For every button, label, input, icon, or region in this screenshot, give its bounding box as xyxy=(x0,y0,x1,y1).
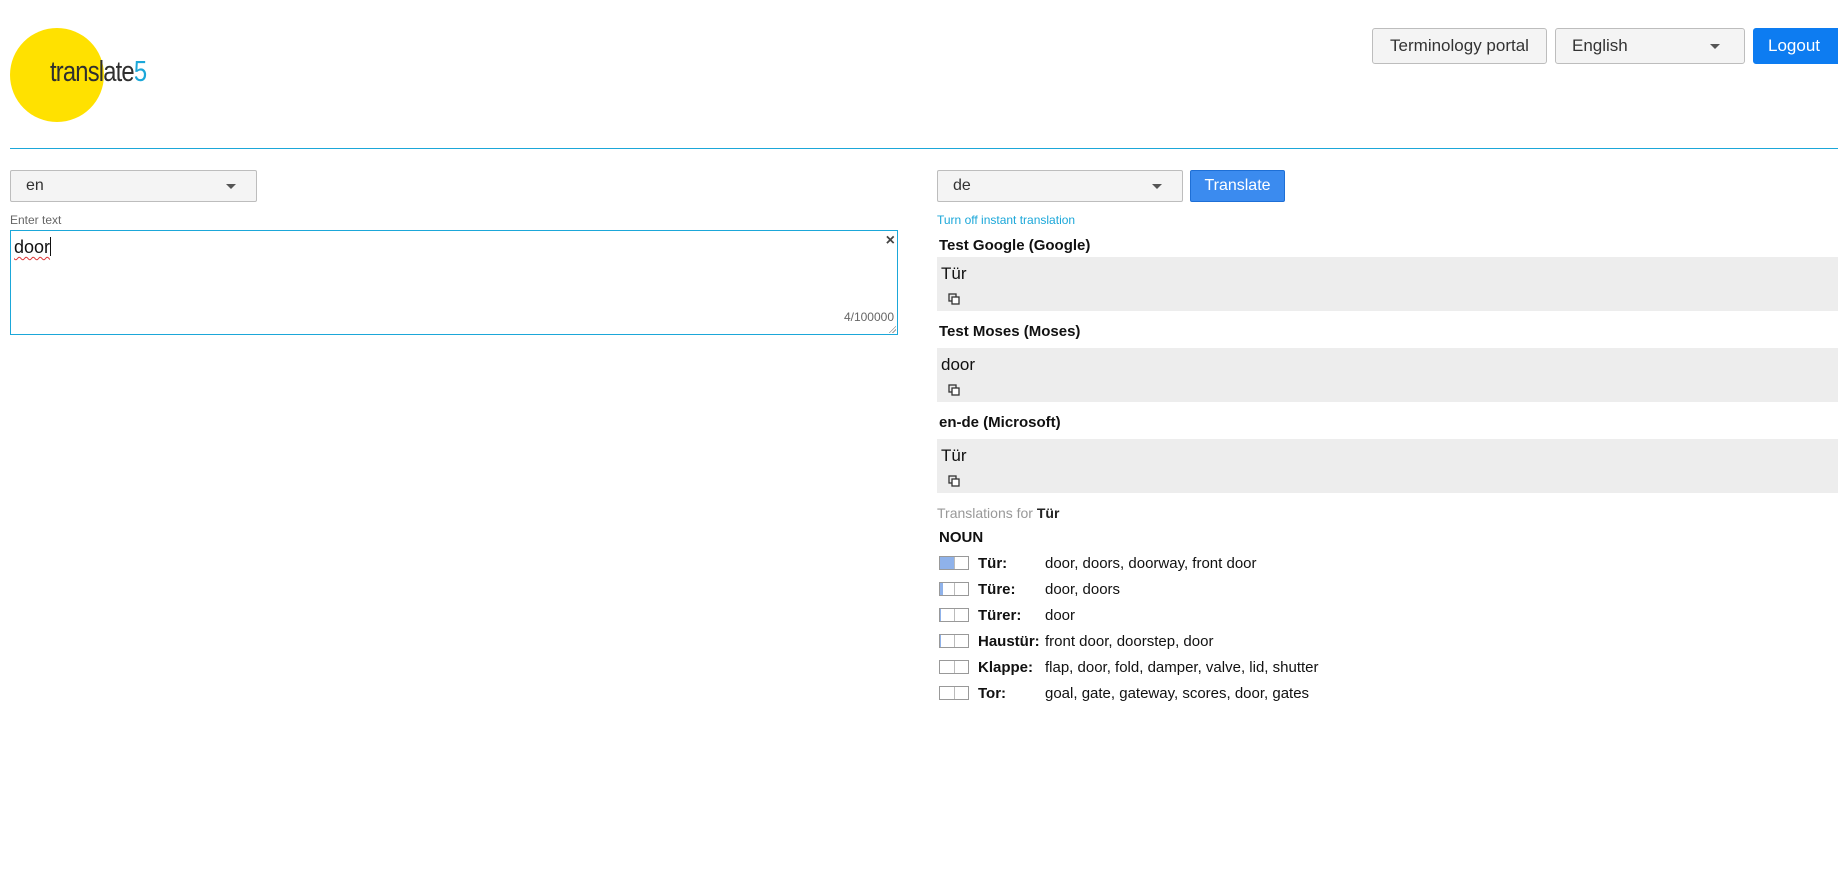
source-language-value: en xyxy=(26,177,44,194)
logout-button[interactable]: Logout xyxy=(1753,28,1838,64)
character-count: 4/100000 xyxy=(843,310,894,324)
dictionary-word[interactable]: Klappe: xyxy=(978,659,1045,676)
text-cursor xyxy=(50,237,52,256)
dictionary-translations: flap, door, fold, damper, valve, lid, sh… xyxy=(1045,658,1319,676)
header-divider xyxy=(10,148,1838,149)
instant-translation-toggle[interactable]: Turn off instant translation xyxy=(937,213,1075,227)
frequency-bar xyxy=(939,686,969,700)
language-select-value: English xyxy=(1572,36,1628,55)
translations-for-prefix: Translations for xyxy=(937,505,1033,521)
translate-button[interactable]: Translate xyxy=(1190,170,1285,202)
source-text-input[interactable]: door × 4/100000 xyxy=(10,230,898,335)
close-icon[interactable]: × xyxy=(886,233,895,249)
dictionary-word[interactable]: Tür: xyxy=(978,555,1045,572)
logo-text: translate5 xyxy=(50,56,147,89)
result-text: Tür xyxy=(941,264,967,283)
dictionary-row: Türe: door, doors xyxy=(939,579,1120,599)
frequency-divider xyxy=(954,583,955,595)
result-text: Tür xyxy=(941,446,967,465)
frequency-divider xyxy=(954,635,955,647)
dictionary-row: Türer: door xyxy=(939,605,1075,625)
frequency-divider xyxy=(954,661,955,673)
translations-for-heading: Translations for Tür xyxy=(937,505,1059,521)
source-language-select[interactable]: en xyxy=(10,170,257,202)
result-box: door xyxy=(937,348,1838,402)
dictionary-translations: door, doors xyxy=(1045,580,1121,598)
frequency-fill xyxy=(940,609,941,621)
result-title: Test Moses (Moses) xyxy=(939,323,1081,340)
dictionary-row: Tor: goal, gate, gateway, scores, door, … xyxy=(939,683,1309,703)
dictionary-row: Haustür: front door, doorstep, door xyxy=(939,631,1213,651)
logo: translate5 xyxy=(10,28,210,124)
result-box: Tür xyxy=(937,257,1838,311)
dictionary-word[interactable]: Haustür: xyxy=(978,633,1045,650)
dictionary-row: Tür: door, doors, doorway, front door xyxy=(939,553,1257,573)
target-language-value: de xyxy=(953,177,971,194)
result-title: Test Google (Google) xyxy=(939,237,1091,254)
dictionary-translations: door xyxy=(1045,606,1076,624)
logo-name: translate xyxy=(50,56,135,88)
logo-digit: 5 xyxy=(133,56,147,88)
result-title: en-de (Microsoft) xyxy=(939,414,1061,431)
part-of-speech-label: NOUN xyxy=(939,529,984,546)
copy-icon[interactable] xyxy=(948,475,960,487)
frequency-bar xyxy=(939,556,969,570)
dictionary-word[interactable]: Türer: xyxy=(978,607,1045,624)
copy-icon[interactable] xyxy=(948,293,960,305)
frequency-divider xyxy=(954,557,955,569)
frequency-divider xyxy=(954,687,955,699)
terminology-portal-button[interactable]: Terminology portal xyxy=(1372,28,1547,64)
language-select[interactable]: English xyxy=(1555,28,1745,64)
target-language-select[interactable]: de xyxy=(937,170,1183,202)
dictionary-word[interactable]: Tor: xyxy=(978,685,1045,702)
frequency-fill xyxy=(940,557,954,569)
frequency-bar xyxy=(939,660,969,674)
translations-for-word: Tür xyxy=(1036,505,1060,521)
frequency-bar xyxy=(939,634,969,648)
frequency-divider xyxy=(954,609,955,621)
chevron-down-icon xyxy=(226,184,236,189)
frequency-fill xyxy=(940,635,941,647)
dictionary-translations: goal, gate, gateway, scores, door, gates xyxy=(1045,684,1310,702)
chevron-down-icon xyxy=(1152,184,1162,189)
result-text: door xyxy=(941,355,976,374)
result-box: Tür xyxy=(937,439,1838,493)
copy-icon[interactable] xyxy=(948,384,960,396)
chevron-down-icon xyxy=(1710,44,1720,49)
source-input-label: Enter text xyxy=(10,213,62,227)
frequency-bar xyxy=(939,582,969,596)
source-text-value: door xyxy=(14,237,52,257)
frequency-fill xyxy=(940,583,943,595)
resize-handle[interactable] xyxy=(888,325,896,333)
frequency-bar xyxy=(939,608,969,622)
dictionary-translations: door, doors, doorway, front door xyxy=(1045,554,1257,572)
dictionary-translations: front door, doorstep, door xyxy=(1045,632,1214,650)
dictionary-row: Klappe: flap, door, fold, damper, valve,… xyxy=(939,657,1319,677)
dictionary-word[interactable]: Türe: xyxy=(978,581,1045,598)
